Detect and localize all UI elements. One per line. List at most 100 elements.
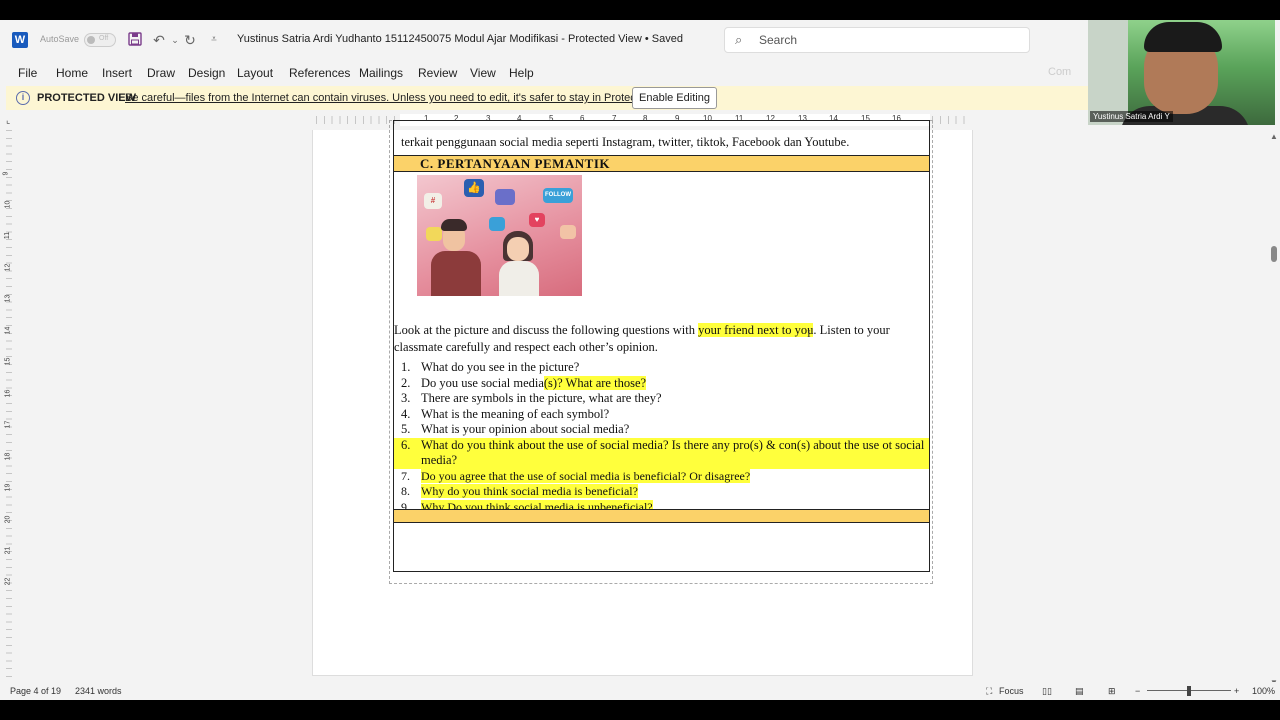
list-item[interactable]: 5. What is your opinion about social medi… — [394, 422, 929, 438]
save-icon[interactable] — [126, 31, 144, 49]
highlighted-text: (s)? What are those? — [543, 375, 647, 390]
list-number: 5. — [401, 422, 411, 436]
search-input[interactable]: Search — [759, 33, 797, 47]
word-window: W AutoSave Off ↶ ⌄ ↻ ⩡ Yustinus Satria A… — [0, 20, 1280, 700]
protected-view-message[interactable]: Be careful—files from the Internet can c… — [125, 92, 680, 104]
tab-draw[interactable]: Draw — [147, 66, 175, 80]
ruler-number: 17 — [4, 420, 12, 429]
read-mode-icon[interactable]: ▯▯ — [1042, 686, 1052, 697]
question-text: Do you agree that the use of social medi… — [421, 468, 751, 483]
ribbon-tabs: File Home Insert Draw Design Layout Refe… — [0, 60, 1088, 86]
word-count[interactable]: 2341 words — [75, 686, 122, 696]
scroll-up-icon[interactable]: ▲ — [1270, 132, 1278, 141]
instruction-paragraph[interactable]: Look at the picture and discuss the foll… — [394, 322, 929, 356]
add-friend-icon — [495, 189, 515, 205]
zoom-slider-thumb[interactable] — [1187, 686, 1191, 696]
section-heading[interactable]: C. PERTANYAAN PEMANTIK — [420, 156, 610, 172]
list-number: 6. — [401, 437, 411, 452]
man-hair — [441, 219, 467, 231]
webcam-name-label: Yustinus Satria Ardi Y — [1090, 111, 1173, 122]
hashtag-label: # — [424, 193, 442, 209]
ruler-number: 19 — [4, 483, 12, 492]
heart-icon: ♥ — [529, 213, 545, 227]
zoom-in-icon[interactable]: + — [1234, 686, 1239, 696]
scroll-thumb[interactable] — [1271, 246, 1277, 262]
print-layout-icon[interactable]: ▤ — [1075, 686, 1084, 697]
tab-help[interactable]: Help — [509, 66, 534, 80]
tab-home[interactable]: Home — [56, 66, 88, 80]
autosave-state: Off — [99, 35, 109, 42]
tab-mailings[interactable]: Mailings — [359, 66, 403, 80]
list-number: 3. — [401, 391, 411, 405]
question-text: Do you use social media — [421, 375, 544, 390]
question-text: What do you see in the picture? — [421, 360, 580, 374]
focus-icon[interactable]: ⛶ — [986, 686, 992, 697]
list-number: 1. — [401, 360, 411, 374]
question-text: What is the meaning of each symbol? — [421, 406, 610, 421]
list-item[interactable]: 4. What is the meaning of each symbol? — [394, 407, 929, 423]
section-heading-row: C. PERTANYAAN PEMANTIK — [394, 155, 929, 172]
search-icon: ⌕ — [735, 32, 743, 47]
chat-icon — [489, 217, 505, 231]
ruler-number: 18 — [4, 452, 12, 461]
document-page[interactable]: terkait penggunaan social media seperti … — [312, 120, 973, 676]
tab-references[interactable]: References — [289, 66, 350, 80]
list-item[interactable]: 1. What do you see in the picture? — [394, 360, 929, 376]
tab-insert[interactable]: Insert — [102, 66, 132, 80]
webcam-hair — [1144, 22, 1222, 52]
comments-button[interactable]: Com — [1048, 66, 1071, 78]
tab-design[interactable]: Design — [188, 66, 225, 80]
ruler-number: 9 — [2, 171, 10, 176]
tab-selector-icon[interactable]: ⌞ — [6, 115, 10, 126]
ruler-number: 10 — [4, 200, 12, 209]
social-media-illustration[interactable]: 👍 FOLLOW # ♥ — [417, 175, 582, 296]
vertical-ruler[interactable]: 9 10 11 12 13 14 15 16 17 18 19 20 21 22 — [0, 130, 16, 690]
focus-button[interactable]: Focus — [999, 686, 1024, 696]
ruler-number: 15 — [4, 357, 12, 366]
list-number: 8. — [401, 484, 410, 498]
question-text: What is your opinion about social media? — [421, 422, 630, 436]
status-bar: Page 4 of 19 2341 words ⛶ Focus ▯▯ ▤ ⊞ −… — [0, 682, 1280, 700]
document-title[interactable]: Yustinus Satria Ardi Yudhanto 1511245007… — [237, 33, 683, 45]
zoom-level[interactable]: 100% — [1252, 686, 1275, 696]
autosave-label: AutoSave — [40, 34, 80, 44]
text-cursor: I — [807, 328, 811, 340]
ruler-number: 16 — [4, 389, 12, 398]
ruler-number: 21 — [4, 546, 12, 555]
customize-qat-icon[interactable]: ⩡ — [205, 31, 223, 49]
follow-label: FOLLOW — [543, 188, 573, 203]
question-text: Why do you think social media is benefic… — [421, 484, 638, 498]
ruler-number: 22 — [4, 577, 12, 586]
man-shirt — [431, 251, 481, 296]
list-number: 7. — [401, 468, 410, 483]
page-count[interactable]: Page 4 of 19 — [10, 686, 61, 696]
list-item[interactable]: 7. Do you agree that the use of social me… — [394, 468, 929, 485]
list-number: 2. — [401, 375, 411, 390]
autosave-toggle[interactable]: Off — [84, 33, 116, 47]
tab-view[interactable]: View — [470, 66, 496, 80]
questions-list: 1. What do you see in the picture? 2. Do y… — [394, 360, 929, 515]
ruler-number: 12 — [4, 263, 12, 272]
list-item[interactable]: 3. There are symbols in the picture, what… — [394, 391, 929, 407]
tab-file[interactable]: File — [18, 66, 37, 80]
highlighted-text: your friend next to you — [698, 323, 814, 337]
protected-view-title: PROTECTED VIEW — [37, 92, 137, 104]
tab-review[interactable]: Review — [418, 66, 457, 80]
enable-editing-button[interactable]: Enable Editing — [632, 87, 717, 109]
previous-paragraph-line[interactable]: terkait penggunaan social media seperti … — [401, 135, 849, 150]
web-layout-icon[interactable]: ⊞ — [1108, 686, 1116, 697]
list-item[interactable]: 8. Why do you think social media is benef… — [394, 484, 929, 500]
thumbs-up-icon: 👍 — [464, 179, 484, 197]
list-item[interactable]: 2. Do you use social media(s)? What are t… — [394, 375, 929, 392]
tab-layout[interactable]: Layout — [237, 66, 273, 80]
ruler-number: 11 — [4, 231, 12, 240]
info-icon: i — [16, 91, 30, 105]
emoji-icon — [426, 227, 442, 241]
zoom-out-icon[interactable]: − — [1135, 686, 1140, 696]
vertical-scrollbar[interactable]: ▲ ▼ — [1268, 130, 1280, 695]
redo-icon[interactable]: ↻ — [181, 31, 199, 49]
protected-view-bar: i PROTECTED VIEW Be careful—files from t… — [6, 86, 1088, 110]
list-item[interactable]: 6. What do you think about the use of soc… — [394, 437, 929, 469]
search-box[interactable]: ⌕ Search — [724, 27, 1030, 53]
instruction-text: Look at the picture and discuss the foll… — [394, 323, 699, 337]
